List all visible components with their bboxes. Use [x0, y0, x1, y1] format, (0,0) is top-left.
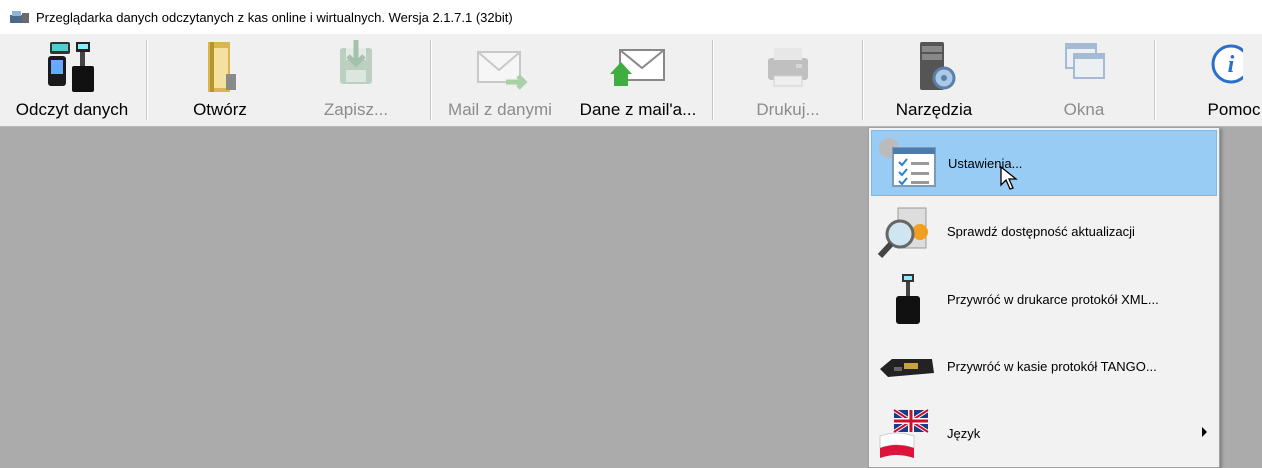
mail-import-button[interactable]: Dane z mail'a... [568, 34, 708, 126]
read-data-button[interactable]: Odczyt danych [4, 34, 140, 126]
save-icon [324, 38, 388, 96]
print-label: Drukuj... [756, 100, 820, 119]
magnifier-update-icon [874, 201, 938, 261]
mouse-cursor-icon [1000, 165, 1020, 192]
menu-item-check-updates[interactable]: Sprawdź dostępność aktualizacji [871, 198, 1217, 264]
windows-icon [1052, 38, 1116, 96]
help-button[interactable]: i Pomoc [1160, 34, 1262, 126]
menu-item-restore-tango[interactable]: Przywróć w kasie protokół TANGO... [871, 333, 1217, 399]
menu-item-language-label: Język [947, 425, 981, 441]
menu-item-check-updates-label: Sprawdź dostępność aktualizacji [947, 223, 1135, 239]
settings-icon [875, 133, 939, 193]
menu-item-restore-xml-label: Przywróć w drukarce protokół XML... [947, 291, 1159, 307]
help-label: Pomoc [1207, 100, 1261, 119]
title-bar: Przeglądarka danych odczytanych z kas on… [0, 0, 1262, 34]
svg-text:i: i [1228, 52, 1235, 78]
toolbar-separator [430, 40, 432, 120]
tools-label: Narzędzia [895, 100, 973, 119]
tools-button[interactable]: Narzędzia [866, 34, 1002, 126]
window-title: Przeglądarka danych odczytanych z kas on… [36, 9, 513, 25]
open-label: Otwórz [193, 100, 247, 119]
info-icon: i [1179, 38, 1243, 96]
save-button[interactable]: Zapisz... [288, 34, 424, 126]
main-toolbar: Odczyt danych Otwórz Zapisz... Mail z da… [0, 34, 1262, 127]
folder-icon [188, 38, 252, 96]
mail-import-label: Dane z mail'a... [579, 100, 697, 119]
cash-register-icon [40, 38, 104, 96]
menu-item-restore-tango-label: Przywróć w kasie protokół TANGO... [947, 358, 1157, 374]
menu-item-language[interactable]: Język [871, 400, 1217, 466]
app-icon [9, 9, 31, 25]
fiscal-printer-icon [874, 269, 938, 329]
mail-data-button[interactable]: Mail z danymi [434, 34, 566, 126]
read-data-label: Odczyt danych [15, 100, 129, 119]
mail-data-label: Mail z danymi [448, 100, 552, 119]
open-button[interactable]: Otwórz [152, 34, 288, 126]
mail-receive-icon [606, 38, 670, 96]
save-label: Zapisz... [323, 100, 389, 119]
print-button[interactable]: Drukuj... [716, 34, 860, 126]
toolbar-separator [1154, 40, 1156, 120]
mail-send-icon [468, 38, 532, 96]
menu-item-settings[interactable]: Ustawienia... [871, 130, 1217, 196]
menu-item-restore-xml[interactable]: Przywróć w drukarce protokół XML... [871, 266, 1217, 332]
toolbar-separator [862, 40, 864, 120]
toolbar-separator [146, 40, 148, 120]
windows-button[interactable]: Okna [1016, 34, 1152, 126]
toolbar-separator [712, 40, 714, 120]
windows-label: Okna [1063, 100, 1105, 119]
tools-menu: Ustawienia... Sprawdź dostępność aktuali… [868, 127, 1220, 468]
tools-server-icon [902, 38, 966, 96]
printer-icon [756, 38, 820, 96]
language-flags-icon [874, 403, 938, 463]
cash-terminal-icon [874, 336, 938, 396]
submenu-arrow-icon [1202, 427, 1207, 437]
